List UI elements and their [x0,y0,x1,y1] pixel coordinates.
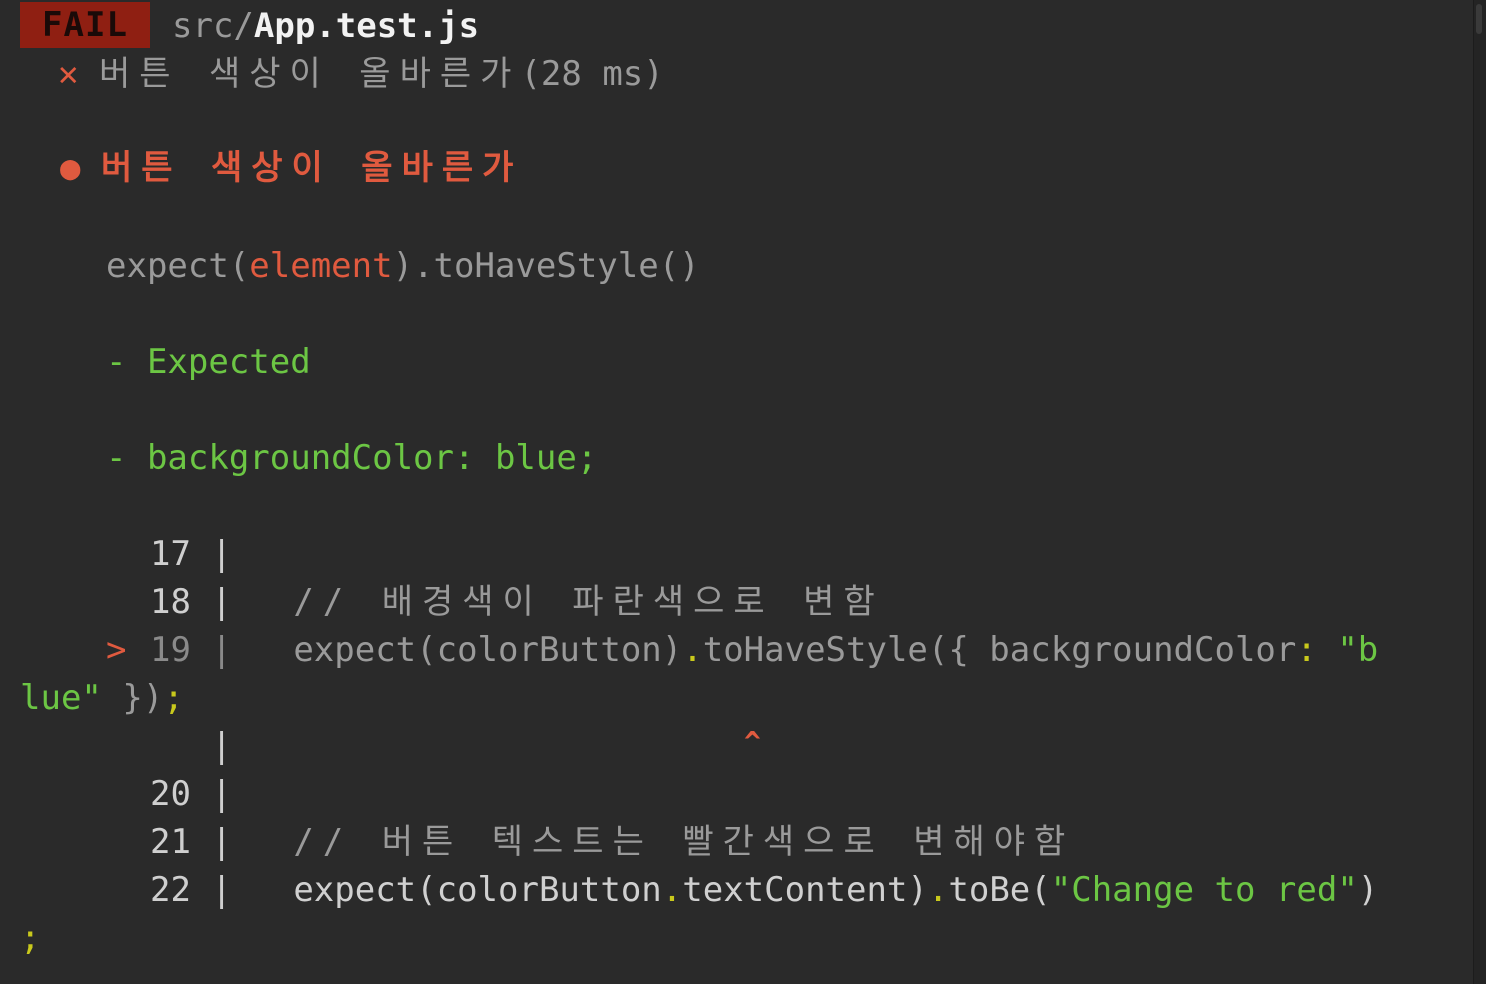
diff-expected-label: - Expected [106,342,311,382]
code-line-17: 17 | [150,534,232,574]
bullet-icon: ● [60,148,81,188]
failure-title: 버튼 색상이 올바른가 [100,148,523,188]
error-caret-icon: ^ [744,725,761,758]
test-result-line: ✕ 버튼 색상이 올바른가(28 ms) [58,50,664,98]
terminal-scrollbar[interactable] [1473,0,1486,984]
fail-cross-icon: ✕ [58,54,79,94]
matcher-received-arg: element [249,246,393,286]
failure-title-line: ● 버튼 색상이 올바른가 [60,144,522,192]
code-line-21: 21 | // 버튼 텍스트는 빨간색으로 변해야함 [150,822,1075,862]
diff-expected-line: - backgroundColor: blue; [106,438,598,478]
code-line-19: 19 | expect(colorButton).toHaveStyle({ b… [150,630,1379,670]
terminal-output[interactable]: FAIL src/App.test.js ✕ 버튼 색상이 올바른가(28 ms… [0,0,1474,984]
matcher-hint: expect(element).toHaveStyle() [106,246,700,286]
code-comment: // 배경색이 파란색으로 변함 [293,582,884,622]
error-pointer-icon: > [106,630,127,670]
caret-line: | [150,726,232,766]
code-line-19-wrap: lue" }); [20,678,184,718]
test-name: 버튼 색상이 올바른가 [98,54,521,94]
path-file: App.test.js [253,6,480,46]
path-dir: src/ [172,6,254,46]
scrollbar-thumb[interactable] [1476,4,1482,34]
test-file-path: src/App.test.js [172,2,479,50]
code-comment: // 버튼 텍스트는 빨간색으로 변해야함 [293,822,1075,862]
code-line-20: 20 | [150,774,232,814]
code-line-18: 18 | // 배경색이 파란색으로 변함 [150,582,884,622]
code-line-22-wrap: ; [20,918,41,958]
fail-badge: FAIL [20,2,150,48]
code-line-22: 22 | expect(colorButton.textContent).toB… [150,870,1379,910]
test-duration: (28 ms) [520,54,664,94]
